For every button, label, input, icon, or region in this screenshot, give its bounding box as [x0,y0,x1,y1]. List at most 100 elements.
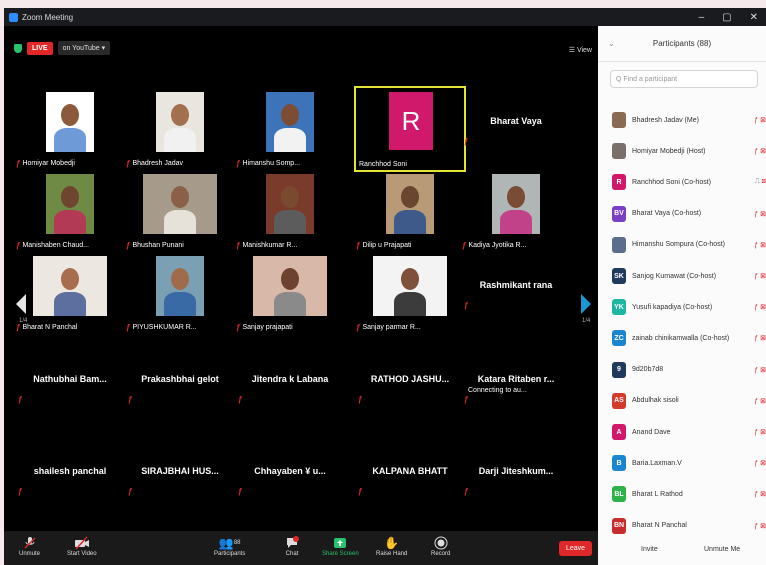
participant-list-item[interactable]: BN Bharat N Panchal ƒ ⊠ [612,516,766,536]
participants-icon: 👥 88 [218,536,241,550]
participant-list-item[interactable]: Homiyar Mobedji (Host) ƒ ⊠ [612,141,766,161]
participants-button[interactable]: 👥 88 Participants [214,535,245,557]
participant-list-item[interactable]: YK Yusufi kapadiya (Co-host) ƒ ⊠ [612,297,766,317]
title-bar: Zoom Meeting – ▢ ✕ [4,8,766,26]
participant-tile[interactable]: ƒ Dilip u Prajapati [356,170,464,252]
muted-mic-video-icon: ⎍ ⊠ [754,178,766,186]
participant-list-item[interactable]: 9 9d20b7d8 ƒ ⊠ [612,360,766,380]
participant-tile[interactable]: Rashmikant rana ƒ [462,252,570,334]
record-button[interactable]: Record [431,535,450,557]
muted-mic-icon: ƒ [358,487,363,496]
participant-tile[interactable]: ƒ Kadiya Jyotika R... [462,170,570,252]
participant-tile[interactable]: Prakashbhai gelot ƒ [126,346,234,428]
leave-button[interactable]: Leave [559,541,593,556]
participant-name: KALPANA BHATT [372,466,448,476]
live-badge[interactable]: LIVE [27,41,53,55]
participant-avatar: YK [612,299,626,316]
participant-video [143,174,217,234]
participant-name: Bharat Vaya [490,116,542,126]
participant-tile[interactable]: KALPANA BHATT ƒ [356,438,464,520]
view-button[interactable]: ☰ View [569,46,592,54]
participant-tile[interactable]: ƒ Sanjay parmar R... [356,252,464,334]
participant-tile[interactable]: Darji Jiteshkum... ƒ [462,438,570,520]
muted-mic-icon: ƒ [464,137,469,146]
muted-mic-icon: ƒ [462,241,467,250]
start-video-button[interactable]: Start Video [67,535,97,557]
participant-tile[interactable]: ƒ Manishaben Chaud... [16,170,124,252]
participant-list-item[interactable]: Bhadresh Jadav (Me) ƒ ⊠ [612,110,766,130]
minimize-button[interactable]: – [699,12,705,23]
participant-tile[interactable]: RATHOD JASHU... ƒ [356,346,464,428]
participant-list-item[interactable]: ZC zainab chinikamwalla (Co-host) ƒ ⊠ [612,328,766,348]
participant-tile[interactable]: SIRAJBHAI HUS... ƒ [126,438,234,520]
participant-tile[interactable]: Bharat Vaya ƒ [462,88,570,170]
participant-list-item[interactable]: AS Abdulhak sisoli ƒ ⊠ [612,391,766,411]
unmute-button[interactable]: Unmute [19,535,40,557]
participant-video [46,174,94,234]
close-button[interactable]: ✕ [750,12,758,23]
participant-name: ƒ Himanshu Somp... [236,159,301,168]
muted-mic-icon: ƒ [236,159,241,168]
participant-tile[interactable]: Jitendra k Labana ƒ [236,346,344,428]
participant-avatar: SK [612,268,626,284]
window-title: Zoom Meeting [22,12,74,22]
participant-tile[interactable]: ƒ Manishkumar R... [236,170,344,252]
participant-avatar: B [612,455,626,472]
next-page-arrow-icon[interactable] [581,294,591,314]
participant-name: ƒ Manishkumar R... [236,241,298,250]
participant-name: Nathubhai Bam... [33,374,107,384]
participant-tile[interactable]: Chhayaben ¥ u... ƒ [236,438,344,520]
participant-tile[interactable]: ƒ Himanshu Somp... [236,88,344,170]
participant-tile[interactable]: ƒ Sanjay prajapati [236,252,344,334]
search-input[interactable]: Q Find a participant [610,70,758,88]
active-speaker-tile[interactable]: R Ranchhod Soni [354,86,466,172]
participant-tile[interactable]: ƒ Homiyar Mobedji [16,88,124,170]
participant-name: shailesh panchal [33,466,107,476]
participant-tile[interactable]: Nathubhai Bam... ƒ [16,346,124,428]
participant-list-name: Bharat N Panchal [632,522,687,530]
participant-avatar: R [612,174,626,191]
participant-tile[interactable]: Katara Ritaben r... Connecting to au... ƒ [462,346,570,428]
muted-mic-video-icon: ƒ ⊠ [754,241,766,249]
participant-list-item[interactable]: BL Bharat L Rathod ƒ ⊠ [612,484,766,504]
participant-list-item[interactable]: Himanshu Sompura (Co-host) ƒ ⊠ [612,235,766,255]
invite-button[interactable]: Invite [641,546,658,553]
muted-mic-icon: ƒ [128,487,133,496]
unmute-me-button[interactable]: Unmute Me [704,546,740,553]
participant-tile[interactable]: ƒ Bharat N Panchal [16,252,124,334]
participant-name: Jitendra k Labana [251,374,329,384]
chevron-down-icon[interactable]: ⌄ [608,39,615,48]
participant-tile[interactable]: ƒ Bhushan Punani [126,170,234,252]
participant-tile[interactable]: shailesh panchal ƒ [16,438,124,520]
muted-mic-video-icon: ƒ ⊠ [754,304,766,312]
participant-name: Chhayaben ¥ u... [254,466,326,476]
participant-list-item[interactable]: BV Bharat Vaya (Co-host) ƒ ⊠ [612,204,766,224]
muted-mic-icon: ƒ [18,487,23,496]
muted-mic-video-icon: ƒ ⊠ [754,491,766,499]
participant-video [492,174,540,234]
video-gallery: LIVE on YouTube ▾ ☰ View ƒ Homiyar Mobedj… [4,26,598,531]
participant-tile[interactable]: ƒ Bhadresh Jadav [126,88,234,170]
security-shield-icon[interactable] [14,43,22,53]
participant-list-item[interactable]: SK Sanjog Kumawat (Co-host) ƒ ⊠ [612,266,766,286]
prev-page-arrow-icon[interactable] [16,294,26,314]
participant-list-item[interactable]: R Ranchhod Soni (Co-host) ⎍ ⊠ [612,172,766,192]
participant-tile[interactable]: ƒ PIYUSHKUMAR R... [126,252,234,334]
raise-hand-button[interactable]: ✋ Raise Hand [376,535,407,557]
record-icon [434,535,448,551]
participant-list-name: Baria.Laxman.V [632,459,682,467]
muted-mic-video-icon: ƒ ⊠ [754,429,766,436]
participant-name: RATHOD JASHU... [370,374,450,384]
youtube-stream-dropdown[interactable]: on YouTube ▾ [57,41,111,55]
panel-header: ⌄ Participants (88) [598,26,766,62]
participant-avatar: A [612,424,626,440]
maximize-button[interactable]: ▢ [722,12,731,23]
participant-video [266,174,314,234]
participant-list-item[interactable]: A Anand Dave ƒ ⊠ [612,422,766,442]
chat-button[interactable]: Chat [285,535,299,557]
participant-list-item[interactable]: B Baria.Laxman.V ƒ ⊠ [612,453,766,473]
share-screen-button[interactable]: Share Screen [322,535,359,557]
meeting-toolbar: Unmute Start Video 👥 88 Participants Chat… [4,531,598,565]
participant-name: Darji Jiteshkum... [478,466,554,476]
zoom-app-icon [9,12,18,22]
